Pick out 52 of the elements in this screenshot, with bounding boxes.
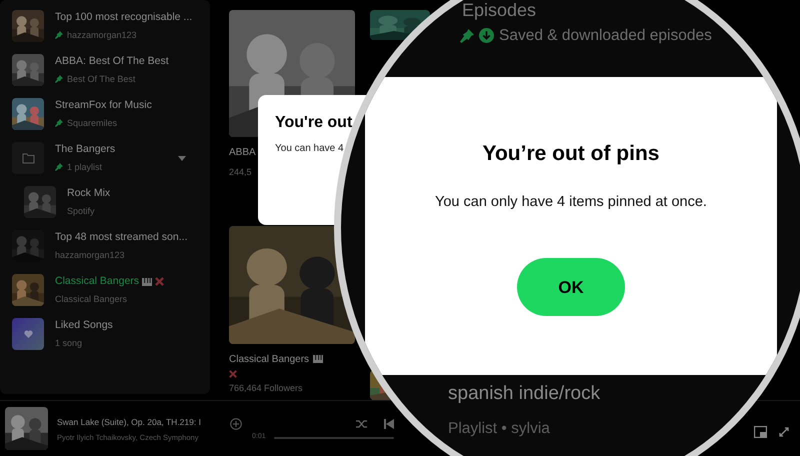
item-title: ABBA: Best Of The Best: [55, 54, 169, 69]
playlist-title: spanish indie/rock: [448, 382, 600, 406]
item-title: Top 48 most streamed son...: [55, 230, 188, 245]
piano-icon: [313, 355, 324, 363]
dialog-title: You're out: [275, 113, 354, 133]
library-item[interactable]: Top 100 most recognisable ... hazzamorgan123: [12, 10, 198, 42]
cross-icon: [155, 277, 164, 286]
card-subtitle: 244,5: [229, 166, 252, 179]
item-subtitle: hazzamorgan123: [67, 28, 137, 42]
fullscreen-icon[interactable]: [779, 426, 789, 436]
library-item[interactable]: StreamFox for Music Squaremiles: [12, 98, 198, 130]
library-item[interactable]: Top 48 most streamed son... hazzamorgan123: [12, 230, 198, 262]
card-subtitle: 766,464 Followers: [229, 382, 303, 394]
miniplayer-icon[interactable]: [754, 426, 767, 438]
track-title: Swan Lake (Suite), Op. 20a, TH.219: I: [57, 416, 202, 429]
library-item[interactable]: Classical Bangers Classical Bangers: [12, 274, 198, 306]
caret-icon[interactable]: [178, 156, 186, 160]
card-title: ABBA: [229, 146, 256, 160]
library-item[interactable]: Rock Mix Spotify: [12, 186, 198, 218]
item-title: Top 100 most recognisable ...: [55, 10, 192, 25]
previous-icon[interactable]: [384, 419, 394, 430]
heart-icon: [24, 330, 32, 338]
dialog-message: You can only have 4 items pinned at once.: [435, 192, 707, 212]
cross-icon: [229, 370, 237, 378]
section-title: Episodes: [462, 1, 538, 19]
piano-icon: [142, 278, 152, 286]
saved-subtitle: Saved & downloaded episodes: [499, 26, 712, 46]
item-title: Liked Songs: [55, 318, 113, 333]
dialog-message: You can have 4: [275, 142, 345, 156]
library-item[interactable]: Liked Songs 1 song: [12, 318, 198, 350]
pin-icon: [460, 28, 474, 43]
item-title: Classical Bangers: [55, 274, 140, 289]
item-subtitle: Classical Bangers: [55, 292, 128, 306]
item-subtitle: Spotify: [67, 204, 95, 218]
item-subtitle: Squaremiles: [67, 116, 118, 130]
dialog-title: You’re out of pins: [482, 141, 660, 167]
item-title: The Bangers: [55, 142, 116, 157]
download-icon: [479, 28, 494, 44]
item-subtitle: hazzamorgan123: [55, 248, 125, 262]
item-subtitle: 1 playlist: [67, 160, 102, 174]
playlist-subtitle: Playlist • sylvia: [448, 418, 551, 438]
add-icon[interactable]: [230, 418, 242, 430]
shuffle-icon[interactable]: [356, 419, 367, 430]
card-title: Classical Bangers: [229, 352, 310, 366]
item-subtitle: 1 song: [55, 336, 82, 350]
item-title: StreamFox for Music: [55, 98, 152, 113]
folder-icon: [22, 152, 34, 164]
library-item[interactable]: The Bangers 1 playlist: [12, 142, 198, 174]
item-title: Rock Mix: [67, 186, 110, 201]
item-subtitle: Best Of The Best: [67, 72, 136, 86]
ok-button[interactable]: OK: [517, 258, 625, 316]
library-item[interactable]: ABBA: Best Of The Best Best Of The Best: [12, 54, 198, 86]
